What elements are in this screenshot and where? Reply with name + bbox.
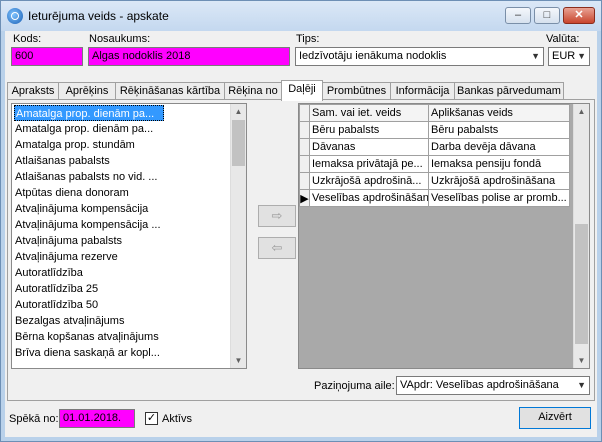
list-item[interactable]: Atvaļinājuma rezerve [14, 249, 227, 265]
selected-types-grid[interactable]: Sam. vai iet. veids Aplikšanas veids Bēr… [298, 103, 590, 369]
close-button[interactable]: Aizvērt [519, 407, 591, 429]
list-item[interactable]: Amatalga prop. dienām pa... [14, 121, 227, 137]
pazinojuma-aile-value: VApdr: Veselības apdrošināšana [400, 379, 559, 391]
list-item[interactable]: Atvaļinājuma pabalsts [14, 233, 227, 249]
list-item[interactable]: Amatalga prop. stundām [14, 137, 227, 153]
row-indicator-header [299, 104, 310, 122]
list-item[interactable]: Bezalgas atvaļinājums [14, 313, 227, 329]
tab-rekinasanas-kartiba[interactable]: Rēķināšanas kārtība [115, 82, 225, 100]
tab-aprekins[interactable]: Aprēķins [58, 82, 116, 100]
table-row[interactable]: ▶ Veselības apdrošināšana Veselības poli… [299, 189, 570, 207]
grid-scrollbar[interactable]: ▲ ▼ [573, 104, 589, 368]
grid-cell[interactable]: Darba devēja dāvana [428, 138, 570, 156]
grid-cell[interactable]: Iemaksa pensiju fondā [428, 155, 570, 173]
tab-bankas-parvedumam[interactable]: Bankas pārvedumam [454, 82, 564, 100]
chevron-down-icon[interactable]: ▼ [577, 377, 586, 394]
minimize-button[interactable]: – [505, 7, 531, 24]
speka-no-label: Spēkā no: [9, 413, 59, 425]
scroll-up-icon[interactable]: ▲ [574, 104, 589, 119]
kods-field[interactable]: 600 [11, 47, 83, 66]
maximize-button[interactable]: □ [534, 7, 560, 24]
pazinojuma-aile-select[interactable]: VApdr: Veselības apdrošināšana ▼ [396, 376, 590, 395]
grid-cell[interactable]: Iemaksa privātajā pe... [309, 155, 429, 173]
grid-cell[interactable]: Dāvanas [309, 138, 429, 156]
row-indicator [299, 121, 310, 139]
list-item[interactable]: Autoratlīdzība [14, 265, 227, 281]
grid-cell[interactable]: Bēru pabalsts [309, 121, 429, 139]
table-row[interactable]: Dāvanas Darba devēja dāvana [299, 138, 570, 156]
valuta-value: EUR [552, 50, 576, 62]
list-item[interactable]: Atlaišanas pabalsts [14, 153, 227, 169]
tab-prombutnes[interactable]: Prombūtnes [322, 82, 391, 100]
available-types-list[interactable]: Amatalga prop. dienām pa... Amatalga pro… [11, 103, 247, 369]
title-bar: Ieturējuma veids - apskate – □ ✕ [1, 1, 601, 31]
list-item[interactable]: Atvaļinājuma kompensācija [14, 201, 227, 217]
grid-cell[interactable]: Veselības apdrošināšana [309, 189, 429, 207]
tips-label: Tips: [296, 33, 320, 45]
row-indicator [299, 155, 310, 173]
valuta-label: Valūta: [546, 33, 580, 45]
list-item[interactable]: Amatalga prop. dienām pa... [14, 105, 164, 121]
nosaukums-label: Nosaukums: [89, 33, 151, 45]
add-right-arrow-icon[interactable]: ⇨ [258, 205, 296, 227]
tab-informacija[interactable]: Informācija [390, 82, 455, 100]
row-indicator [299, 172, 310, 190]
scroll-up-icon[interactable]: ▲ [231, 104, 246, 119]
list-item[interactable]: Atvaļinājuma kompensācija ... [14, 217, 227, 233]
grid-cell[interactable]: Uzkrājošā apdrošinā... [309, 172, 429, 190]
tab-rekina-no[interactable]: Rēķina no [224, 82, 282, 100]
aktivs-checkbox[interactable]: ✓ [145, 412, 158, 425]
tab-apraksts[interactable]: Apraksts [7, 82, 59, 100]
tips-select[interactable]: Iedzīvotāju ienākuma nodoklis ▼ [295, 47, 544, 66]
list-item[interactable]: Autoratlīdzība 25 [14, 281, 227, 297]
window-title: Ieturējuma veids - apskate [28, 9, 169, 23]
table-row[interactable]: Bēru pabalsts Bēru pabalsts [299, 121, 570, 139]
chevron-down-icon[interactable]: ▼ [577, 48, 586, 65]
tab-strip: Apraksts Aprēķins Rēķināšanas kārtība Rē… [7, 80, 595, 101]
aktivs-label: Aktīvs [162, 413, 192, 425]
scroll-down-icon[interactable]: ▼ [574, 353, 589, 368]
table-row[interactable]: Iemaksa privātajā pe... Iemaksa pensiju … [299, 155, 570, 173]
nosaukums-field[interactable]: Algas nodoklis 2018 [88, 47, 290, 66]
grid-cell[interactable]: Veselības polise ar promb... [428, 189, 570, 207]
tab-panel-daleji: Amatalga prop. dienām pa... Amatalga pro… [7, 99, 595, 401]
list-item[interactable]: Atpūtas diena donoram [14, 185, 227, 201]
app-icon [7, 8, 23, 24]
list-scrollbar[interactable]: ▲ ▼ [230, 104, 246, 368]
grid-cell[interactable]: Uzkrājošā apdrošināšana [428, 172, 570, 190]
list-item[interactable]: Bērna kopšanas atvaļinājums [14, 329, 227, 345]
column-header-aplikasanas-veids[interactable]: Aplikšanas veids [428, 104, 570, 122]
list-item[interactable]: Atlaišanas pabalsts no vid. ... [14, 169, 227, 185]
valuta-select[interactable]: EUR ▼ [548, 47, 590, 66]
tab-daleji[interactable]: Daļēji [281, 80, 323, 101]
grid-table: Sam. vai iet. veids Aplikšanas veids Bēr… [299, 104, 570, 207]
dialog-body: Kods: 600 Nosaukums: Algas nodoklis 2018… [5, 31, 597, 437]
chevron-down-icon[interactable]: ▼ [531, 48, 540, 65]
scrollbar-thumb[interactable] [232, 120, 245, 166]
row-indicator [299, 138, 310, 156]
grid-header-row: Sam. vai iet. veids Aplikšanas veids [299, 104, 570, 122]
kods-label: Kods: [13, 33, 42, 45]
scrollbar-thumb[interactable] [575, 224, 588, 344]
list-item[interactable]: Brīva diena saskaņā ar kopl... [14, 345, 227, 361]
column-header-sam-veids[interactable]: Sam. vai iet. veids [309, 104, 429, 122]
current-row-indicator-icon: ▶ [299, 189, 310, 207]
scroll-down-icon[interactable]: ▼ [231, 353, 246, 368]
pazinojuma-aile-label: Paziņojuma aile: [314, 380, 395, 392]
close-window-button[interactable]: ✕ [563, 7, 595, 24]
app-window: Ieturējuma veids - apskate – □ ✕ Kods: 6… [0, 0, 602, 442]
grid-cell[interactable]: Bēru pabalsts [428, 121, 570, 139]
tips-value: Iedzīvotāju ienākuma nodoklis [299, 50, 447, 62]
table-row[interactable]: Uzkrājošā apdrošinā... Uzkrājošā apdroši… [299, 172, 570, 190]
remove-left-arrow-icon[interactable]: ⇦ [258, 237, 296, 259]
list-item[interactable]: Autoratlīdzība 50 [14, 297, 227, 313]
speka-no-field[interactable]: 01.01.2018. [59, 409, 135, 428]
